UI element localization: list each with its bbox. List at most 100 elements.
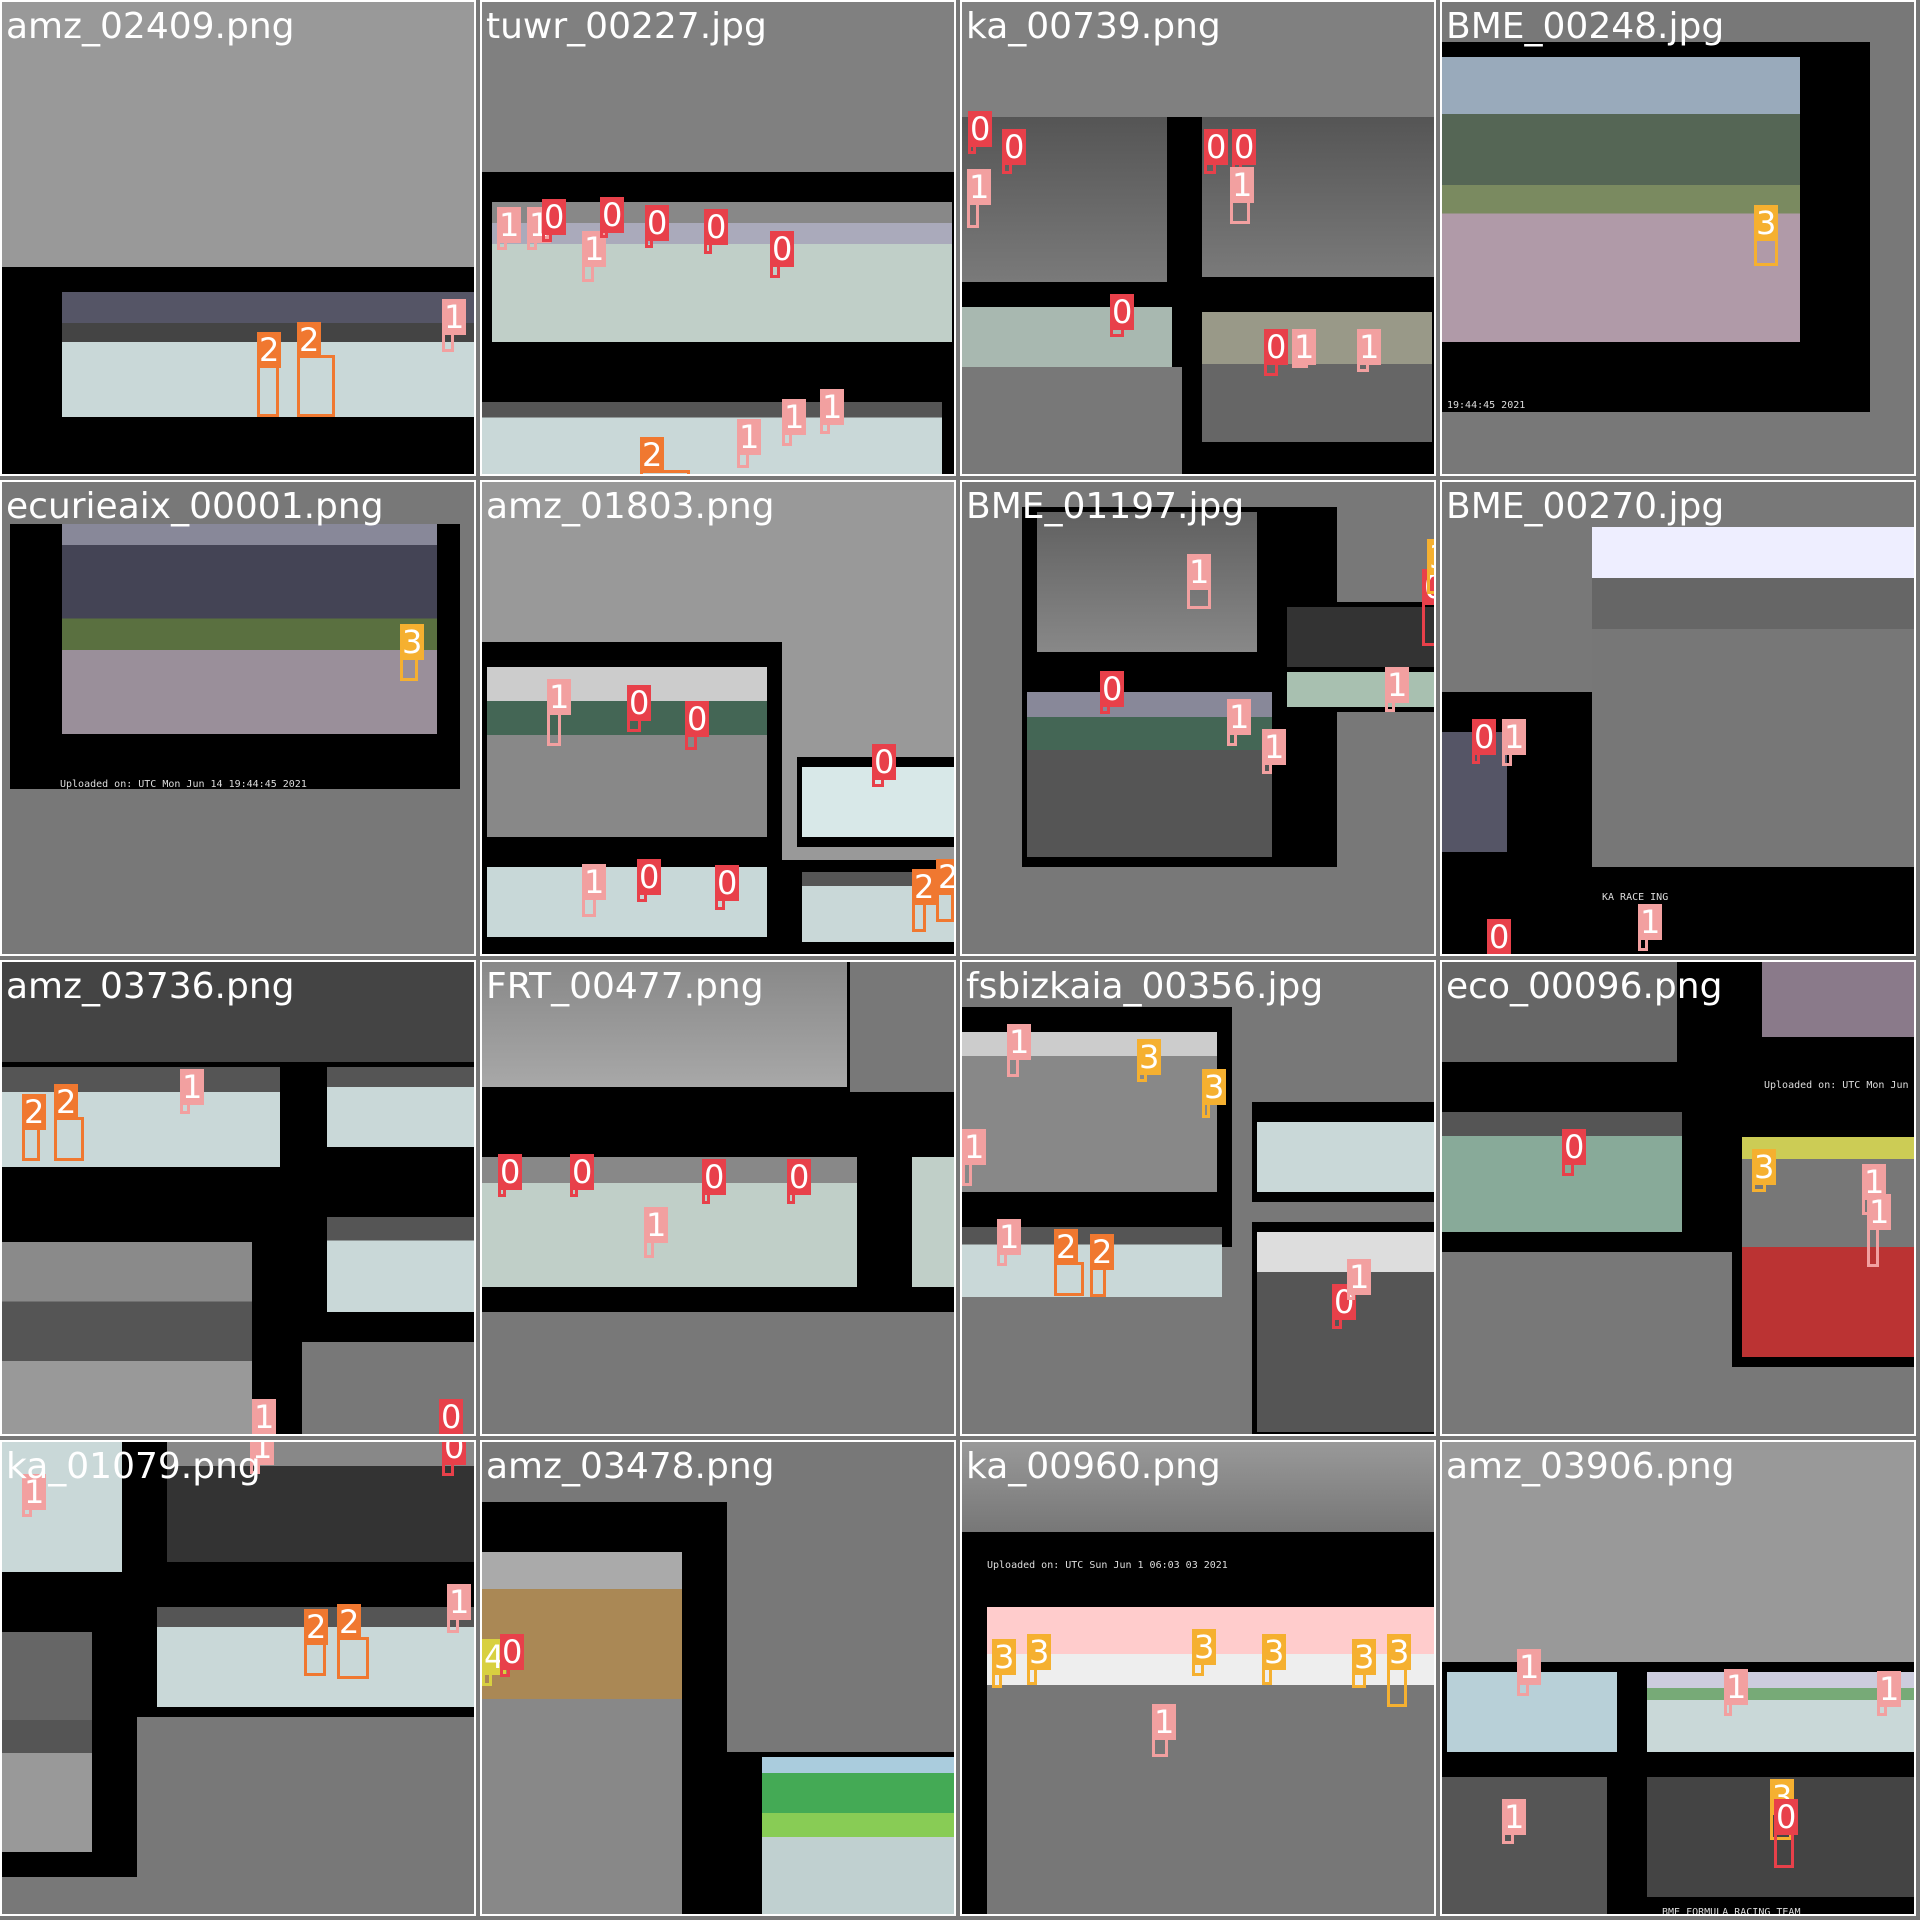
detection-label: 1 <box>1502 1798 1527 1836</box>
detection-box: 3 <box>1352 1639 1377 1688</box>
detection-box: 0 <box>1204 129 1229 174</box>
detection-label: 0 <box>645 204 670 242</box>
photo-region <box>962 117 1167 282</box>
mosaic-tile: 4 0 amz_03478.png <box>480 1440 956 1916</box>
detection-box: 1 <box>1152 1704 1177 1757</box>
detection-label: 1 <box>442 298 467 336</box>
detection-box: 1 <box>782 399 807 446</box>
detection-box: 1 <box>22 1474 47 1517</box>
detection-label: 0 <box>1100 670 1125 708</box>
photo-region <box>912 1157 954 1287</box>
detection-label: 1 <box>1357 328 1382 366</box>
photo-region <box>1762 962 1914 1037</box>
detection-label: 3 <box>1027 1633 1052 1671</box>
detection-box: 0 <box>1562 1129 1587 1176</box>
detection-label: 1 <box>1517 1648 1542 1686</box>
detection-box: 0 <box>715 865 740 910</box>
mosaic-tile: KA RACE ING 0 1 0 1 BME_00270.jpg <box>1440 480 1916 956</box>
detection-label: 1 <box>1152 1703 1177 1741</box>
tile-filename: ka_01079.png <box>6 1446 261 1487</box>
photo-region <box>1257 1122 1434 1192</box>
detection-label: 1 <box>497 206 522 244</box>
detection-label: 0 <box>704 208 729 246</box>
detection-box: 1 <box>1385 667 1410 712</box>
detection-box: 1 <box>1007 1024 1032 1077</box>
mosaic-tile: 1011031BME_01197.jpg <box>960 480 1436 956</box>
detection-label: 0 <box>570 1153 595 1191</box>
detection-box: 0 <box>1472 719 1497 764</box>
detection-box: 1 <box>252 1399 277 1434</box>
detection-box: 2 <box>1054 1229 1084 1296</box>
detection-label: 3 <box>1427 539 1434 575</box>
detection-box: 1 <box>527 207 552 250</box>
detection-box: 1 <box>1262 729 1287 774</box>
detection-box: 2 <box>297 322 335 417</box>
tile-filename: amz_01803.png <box>486 486 775 527</box>
detection-label: 2 <box>22 1093 47 1131</box>
detection-label: 3 <box>1192 1628 1217 1666</box>
detection-box: 1 <box>1877 1671 1902 1716</box>
tile-filename: tuwr_00227.jpg <box>486 6 767 47</box>
detection-label: 0 <box>442 1442 467 1465</box>
detection-label: 0 <box>702 1158 727 1196</box>
detection-box: 3 <box>992 1639 1017 1688</box>
detection-label: 1 <box>547 678 572 716</box>
detection-label: 2 <box>337 1603 362 1641</box>
detection-box: 0 <box>1774 1799 1799 1868</box>
tile-filename: amz_02409.png <box>6 6 295 47</box>
detection-label: 0 <box>600 196 625 234</box>
detection-box: 3 <box>1262 1634 1287 1685</box>
mosaic-tile: 2 2 1 amz_02409.png <box>0 0 476 476</box>
detection-label: 0 <box>872 743 897 781</box>
tile-filename: amz_03906.png <box>1446 1446 1735 1487</box>
mosaic-tile: 19:44:45 2021 3 BME_00248.jpg <box>1440 0 1916 476</box>
detection-box: 0 <box>968 111 993 154</box>
tile-filename: ka_00739.png <box>966 6 1221 47</box>
detection-label: 1 <box>447 1583 472 1621</box>
detection-box: 0 <box>704 209 729 254</box>
detection-box: 1 <box>1230 167 1255 224</box>
detection-box: 0 <box>1264 329 1289 376</box>
detection-box: 0 <box>627 685 652 732</box>
detection-label: 0 <box>1232 128 1257 166</box>
detection-label: 0 <box>1562 1128 1587 1166</box>
detection-label: 3 <box>1262 1633 1287 1671</box>
detection-label: 2 <box>1054 1228 1079 1266</box>
detection-box: 2 <box>640 437 690 474</box>
detection-box: 1 <box>447 1584 472 1633</box>
photo-region <box>962 1032 1217 1192</box>
detection-box: 3 <box>1137 1039 1162 1082</box>
detection-box: 1 <box>644 1207 669 1258</box>
detection-box: 1 <box>1867 1194 1892 1267</box>
detection-label: 3 <box>1387 1633 1412 1671</box>
detection-box: 1 <box>967 169 992 228</box>
tile-filename: amz_03736.png <box>6 966 295 1007</box>
detection-label: 1 <box>782 398 807 436</box>
detection-label: 0 <box>715 864 740 902</box>
photo-caption: 19:44:45 2021 <box>1447 400 1526 411</box>
detection-label: 2 <box>640 436 665 474</box>
detection-box: 1 <box>582 864 607 917</box>
detection-label: 3 <box>1752 1148 1777 1186</box>
detection-box: 3 <box>1027 1634 1052 1685</box>
detection-label: 1 <box>1227 698 1252 736</box>
detection-box: 2 <box>912 869 937 932</box>
detection-label: 1 <box>1724 1668 1749 1706</box>
detection-label: 0 <box>627 684 652 722</box>
tile-filename: ecurieaix_00001.png <box>6 486 384 527</box>
detection-box: 2 <box>936 859 954 922</box>
detection-label: 2 <box>304 1608 329 1646</box>
tile-filename: BME_00270.jpg <box>1446 486 1725 527</box>
photo-region <box>327 1217 474 1312</box>
detection-box: 0 <box>1100 671 1125 714</box>
photo-caption: BME FORMULA RACING TEAM <box>1662 1907 1801 1916</box>
detection-box: 0 <box>1002 129 1027 174</box>
detection-box: 2 <box>304 1609 329 1676</box>
detection-label: 0 <box>439 1398 464 1436</box>
detection-box: 0 <box>442 1442 467 1476</box>
detection-box: 2 <box>257 332 282 417</box>
detection-box: 1 <box>1187 554 1212 609</box>
detection-label: 1 <box>1007 1023 1032 1061</box>
detection-label: 1 <box>1502 718 1527 756</box>
detection-box: 0 <box>500 1634 525 1677</box>
